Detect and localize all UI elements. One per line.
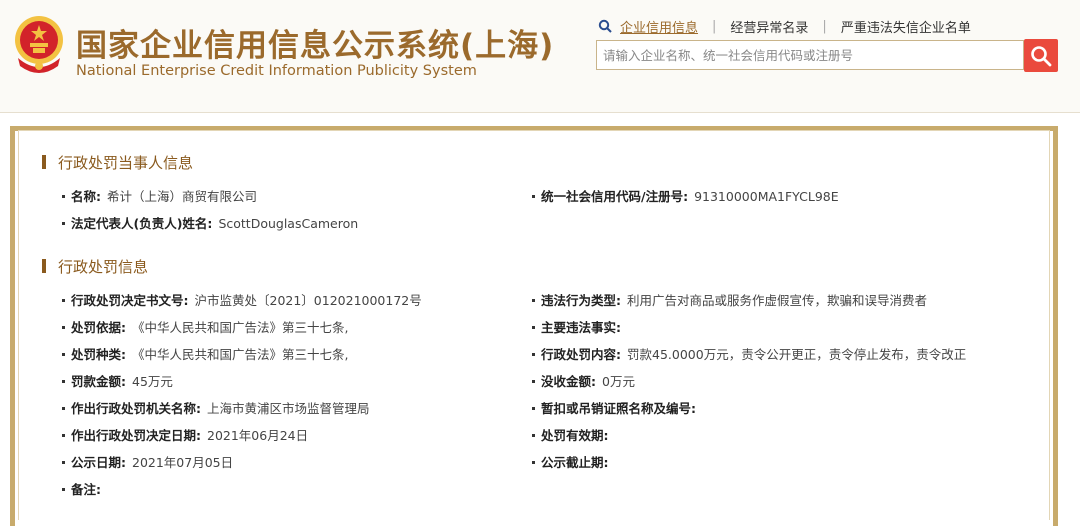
field-value: 沪市监黄处〔2021〕012021000172号 [194, 293, 422, 308]
field-label: 公示日期: [71, 455, 126, 470]
bullet-icon [532, 299, 535, 302]
field-label: 行政处罚决定书文号: [71, 293, 189, 308]
penalty-row: 暂扣或吊销证照名称及编号: [532, 398, 702, 417]
field-value: 上海市黄浦区市场监督管理局 [207, 401, 370, 416]
field-value: 2021年06月24日 [207, 428, 309, 443]
penalty-section-title: 行政处罚信息 [42, 256, 148, 277]
bullet-icon [62, 222, 65, 225]
site-subtitle: National Enterprise Credit Information P… [76, 63, 477, 79]
search-button[interactable] [1024, 39, 1058, 72]
section-marker [42, 155, 46, 169]
field-value: 45万元 [132, 374, 173, 389]
penalty-row: 作出行政处罚决定日期: 2021年06月24日 [62, 425, 308, 444]
field-value: 《中华人民共和国广告法》第三十七条, [132, 320, 349, 335]
nav-divider: | [822, 18, 827, 34]
penalty-row: 处罚种类: 《中华人民共和国广告法》第三十七条, [62, 344, 348, 363]
bullet-icon [62, 195, 65, 198]
penalty-row: 行政处罚内容: 罚款45.0000万元，责令公开更正，责令停止发布，责令改正 [532, 344, 966, 363]
penalty-row: 作出行政处罚机关名称: 上海市黄浦区市场监督管理局 [62, 398, 370, 417]
field-value: ScottDouglasCameron [218, 216, 359, 231]
bullet-icon [62, 461, 65, 464]
bullet-icon [532, 380, 535, 383]
party-name-row: 名称: 希计（上海）商贸有限公司 [62, 186, 257, 205]
nav-divider: | [712, 18, 717, 34]
party-section-title: 行政处罚当事人信息 [42, 152, 193, 173]
search-icon [598, 19, 612, 33]
bullet-icon [532, 407, 535, 410]
penalty-row: 公示截止期: [532, 452, 615, 471]
search-box [596, 40, 1024, 70]
penalty-row: 备注: [62, 479, 107, 498]
field-value: 0万元 [602, 374, 635, 389]
bullet-icon [62, 380, 65, 383]
nav-serious-violation-list[interactable]: 严重违法失信企业名单 [841, 17, 971, 36]
penalty-row: 处罚依据: 《中华人民共和国广告法》第三十七条, [62, 317, 348, 336]
section-marker [42, 259, 46, 273]
field-value: 罚款45.0000万元，责令公开更正，责令停止发布，责令改正 [627, 347, 967, 362]
field-label: 行政处罚内容: [541, 347, 621, 362]
site-header: 国家企业信用信息公示系统(上海) National Enterprise Cre… [0, 0, 1080, 113]
penalty-row: 行政处罚决定书文号: 沪市监黄处〔2021〕012021000172号 [62, 290, 422, 309]
nav-enterprise-credit[interactable]: 企业信用信息 [620, 17, 698, 36]
field-label: 处罚种类: [71, 347, 126, 362]
field-value: 希计（上海）商贸有限公司 [107, 189, 258, 204]
search-input[interactable] [597, 41, 1023, 69]
penalty-row: 没收金额: 0万元 [532, 371, 635, 390]
bullet-icon [532, 326, 535, 329]
bullet-icon [62, 299, 65, 302]
bullet-icon [62, 434, 65, 437]
field-label: 统一社会信用代码/注册号: [541, 189, 689, 204]
bullet-icon [532, 353, 535, 356]
nav-abnormal-list[interactable]: 经营异常名录 [730, 17, 808, 36]
field-value: 利用广告对商品或服务作虚假宣传，欺骗和误导消费者 [627, 293, 928, 308]
magnifier-icon [1031, 45, 1052, 66]
national-emblem-icon [15, 16, 63, 73]
field-value: 91310000MA1FYCL98E [694, 189, 839, 204]
field-label: 作出行政处罚机关名称: [71, 401, 201, 416]
field-label: 名称: [71, 189, 101, 204]
field-label: 暂扣或吊销证照名称及编号: [541, 401, 696, 416]
site-title: 国家企业信用信息公示系统(上海) [76, 28, 555, 64]
bullet-icon [532, 461, 535, 464]
penalty-row: 处罚有效期: [532, 425, 615, 444]
penalty-row: 公示日期: 2021年07月05日 [62, 452, 233, 471]
bullet-icon [62, 488, 65, 491]
penalty-row: 罚款金额: 45万元 [62, 371, 173, 390]
party-rep-row: 法定代表人(负责人)姓名: ScottDouglasCameron [62, 213, 358, 232]
field-value: 《中华人民共和国广告法》第三十七条, [132, 347, 349, 362]
bullet-icon [532, 195, 535, 198]
field-label: 违法行为类型: [541, 293, 621, 308]
field-label: 法定代表人(负责人)姓名: [71, 216, 213, 231]
bullet-icon [532, 434, 535, 437]
field-label: 主要违法事实: [541, 320, 621, 335]
field-label: 罚款金额: [71, 374, 126, 389]
top-nav: 企业信用信息 | 经营异常名录 | 严重违法失信企业名单 [598, 17, 971, 36]
penalty-row: 主要违法事实: [532, 317, 627, 336]
party-credit-row: 统一社会信用代码/注册号: 91310000MA1FYCL98E [532, 186, 839, 205]
field-label: 处罚依据: [71, 320, 126, 335]
penalty-row: 违法行为类型: 利用广告对商品或服务作虚假宣传，欺骗和误导消费者 [532, 290, 927, 309]
field-value: 2021年07月05日 [132, 455, 234, 470]
bullet-icon [62, 407, 65, 410]
bullet-icon [62, 353, 65, 356]
bullet-icon [62, 326, 65, 329]
field-label: 公示截止期: [541, 455, 609, 470]
field-label: 作出行政处罚决定日期: [71, 428, 201, 443]
field-label: 备注: [71, 482, 101, 497]
field-label: 处罚有效期: [541, 428, 609, 443]
field-label: 没收金额: [541, 374, 596, 389]
